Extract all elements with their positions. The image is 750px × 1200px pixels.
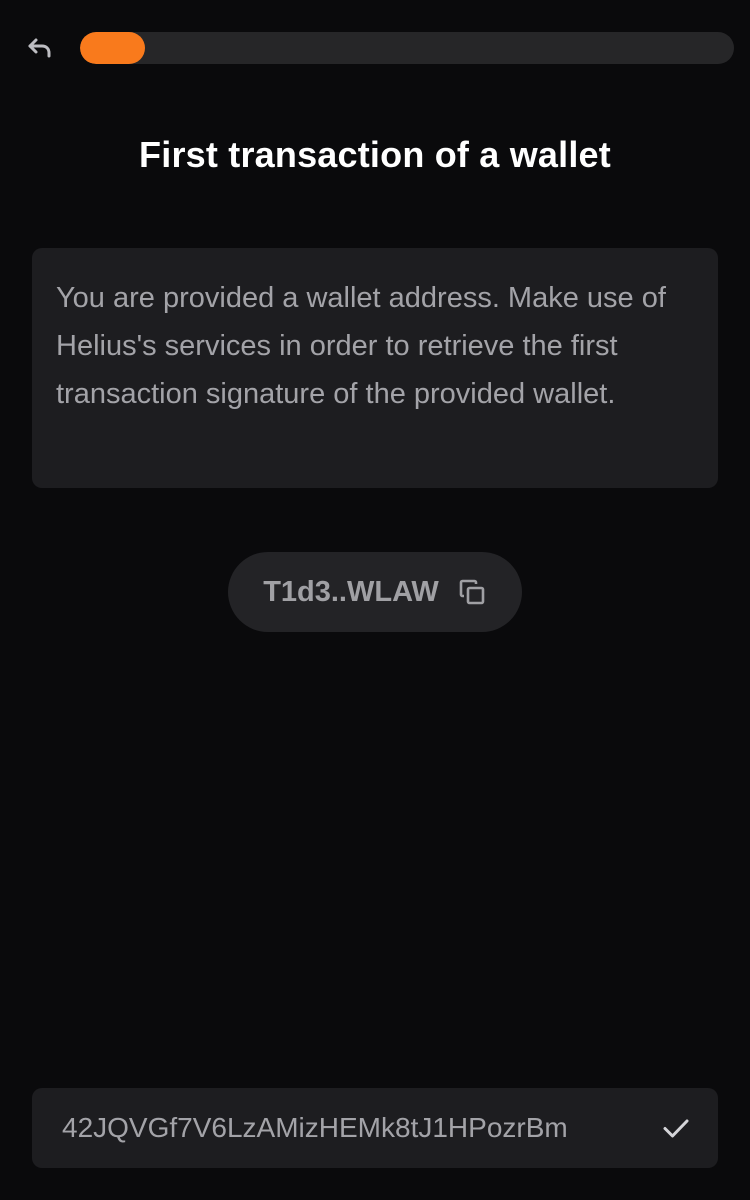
challenge-page: First transaction of a wallet You are pr… (0, 0, 750, 1200)
submit-button[interactable] (656, 1108, 696, 1148)
description-text: You are provided a wallet address. Make … (56, 282, 666, 410)
undo-arrow-icon (28, 38, 51, 58)
answer-field (32, 1088, 718, 1168)
wallet-address-copy-button[interactable]: T1d3..WLAW (228, 552, 522, 632)
answer-input[interactable] (62, 1112, 656, 1144)
copy-icon (459, 579, 485, 605)
progress-fill (80, 32, 146, 64)
back-button[interactable] (22, 30, 58, 66)
wallet-address: T1d3..WLAW (263, 575, 439, 608)
progress-bar (80, 32, 734, 64)
description-card: You are provided a wallet address. Make … (32, 248, 718, 488)
check-icon (663, 1119, 689, 1138)
page-title: First transaction of a wallet (139, 134, 611, 175)
